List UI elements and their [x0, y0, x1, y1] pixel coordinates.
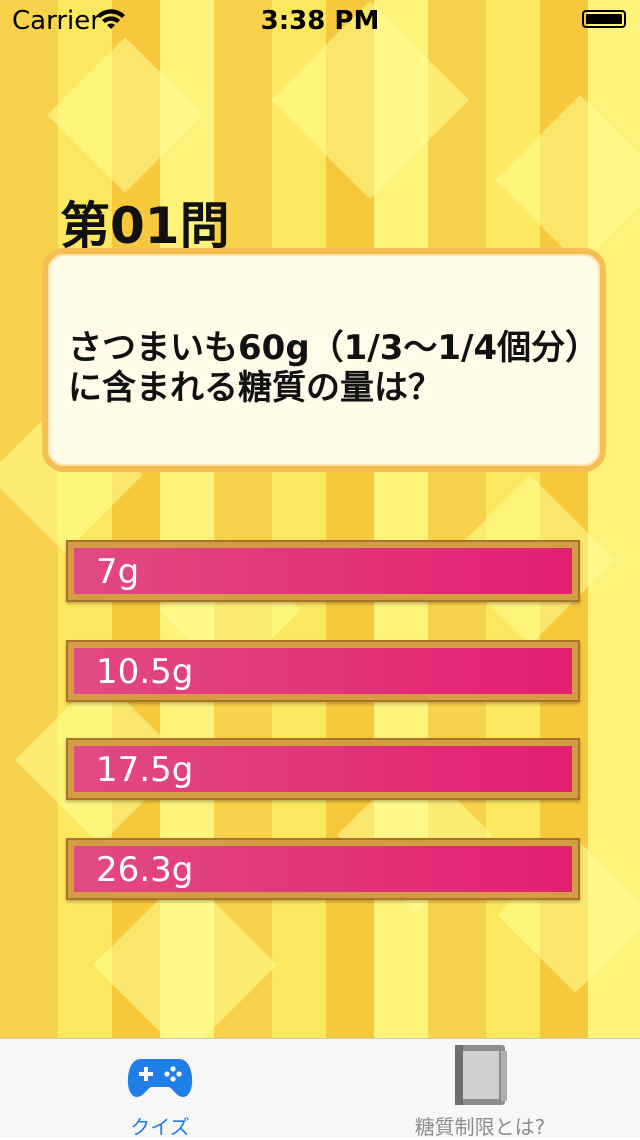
- battery-icon: [582, 10, 626, 28]
- answer-button-4[interactable]: 26.3g: [66, 838, 580, 900]
- answer-label: 26.3g: [74, 846, 572, 892]
- answer-label: 10.5g: [74, 648, 572, 694]
- tab-bar: クイズ 糖質制限とは?: [0, 1038, 640, 1139]
- answer-button-2[interactable]: 10.5g: [66, 640, 580, 702]
- question-box: さつまいも60g（1/3〜1/4個分）に含まれる糖質の量は？: [42, 248, 606, 472]
- status-bar: Carrier 3:38 PM: [0, 0, 640, 40]
- clock: 3:38 PM: [260, 6, 380, 36]
- gamepad-icon: [127, 1059, 193, 1097]
- question-text: さつまいも60g（1/3〜1/4個分）に含まれる糖質の量は？: [68, 328, 583, 408]
- tab-quiz[interactable]: クイズ: [0, 1039, 320, 1139]
- answer-label: 17.5g: [74, 746, 572, 792]
- answer-button-3[interactable]: 17.5g: [66, 738, 580, 800]
- background-diamond: [495, 95, 640, 265]
- tab-about-carb-restriction[interactable]: 糖質制限とは?: [320, 1039, 640, 1139]
- answer-button-1[interactable]: 7g: [66, 540, 580, 602]
- book-icon: [455, 1045, 507, 1105]
- background-diamond: [47, 37, 203, 193]
- answer-label: 7g: [74, 548, 572, 594]
